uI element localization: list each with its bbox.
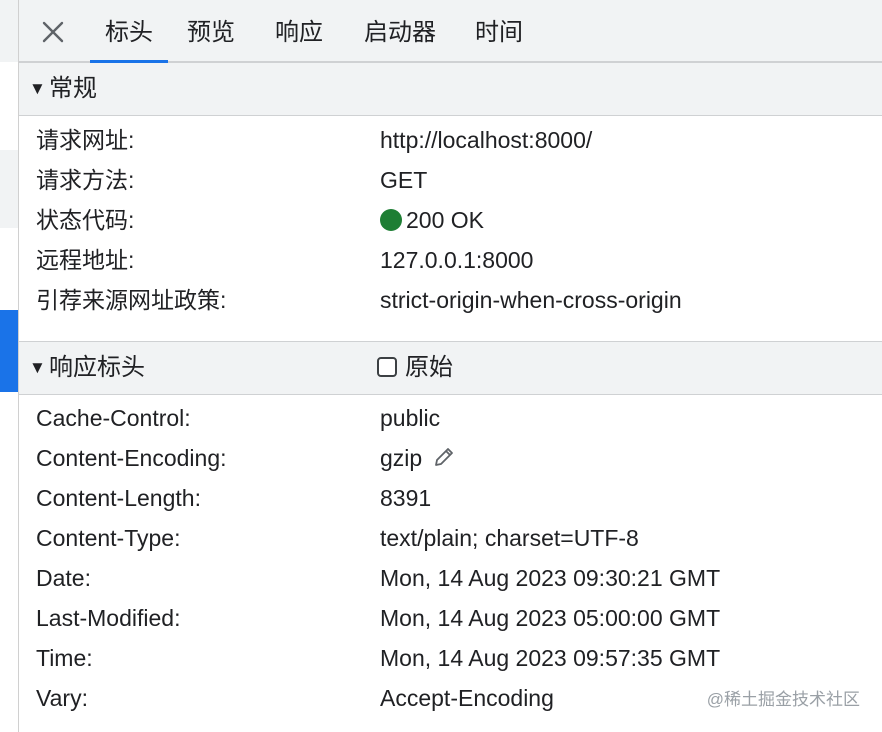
response-headers-section-header[interactable]: ▼ 响应标头 原始 [19, 341, 882, 395]
status-code-text: 200 OK [406, 207, 484, 233]
general-section-header[interactable]: ▼ 常规 [19, 63, 882, 116]
general-key: 请求网址: [36, 127, 135, 153]
response-header-key: Time: [36, 645, 93, 671]
general-row: 请求方法: GET [19, 160, 882, 200]
general-key: 引荐来源网址政策: [36, 287, 227, 313]
triangle-down-icon: ▼ [29, 79, 46, 98]
request-list-row[interactable] [0, 150, 18, 228]
general-row: 状态代码: 200 OK [19, 200, 882, 240]
response-header-value: Mon, 14 Aug 2023 09:57:35 GMT [380, 645, 721, 671]
general-value: GET [380, 167, 428, 193]
response-header-row: Last-Modified: Mon, 14 Aug 2023 05:00:00… [19, 598, 882, 638]
general-section-title: 常规 [49, 75, 97, 102]
response-header-value: 8391 [380, 485, 432, 511]
response-header-row: Content-Length: 8391 [19, 478, 882, 518]
request-list-edge[interactable] [0, 0, 19, 732]
content-encoding-text: gzip [380, 445, 423, 471]
response-headers-section-title: 响应标头 [49, 354, 145, 381]
tab-timing[interactable]: 时间 [467, 0, 531, 61]
general-key: 远程地址: [36, 247, 135, 273]
tab-headers[interactable]: 标头 [90, 0, 168, 63]
request-list-row[interactable] [0, 0, 18, 62]
general-row: 引荐来源网址政策: strict-origin-when-cross-origi… [19, 280, 882, 320]
headers-panel: 标头 预览 响应 启动器 时间 ▼ 常规 请求网址: http://localh… [19, 0, 882, 732]
response-header-key: Last-Modified: [36, 605, 181, 631]
response-header-key: Content-Length: [36, 485, 201, 511]
response-header-key: Cache-Control: [36, 405, 191, 431]
request-list-row[interactable] [0, 62, 18, 150]
tab-response[interactable]: 响应 [267, 0, 331, 61]
response-header-key: Date: [36, 565, 91, 591]
pencil-icon[interactable] [432, 441, 456, 481]
response-header-row: Cache-Control: public [19, 398, 882, 438]
response-header-key: Content-Encoding: [36, 445, 227, 471]
raw-checkbox[interactable] [377, 357, 397, 377]
response-header-row: Content-Encoding: gzip [19, 438, 882, 478]
response-header-row: Time: Mon, 14 Aug 2023 09:57:35 GMT [19, 638, 882, 678]
response-header-key: Vary: [36, 685, 88, 711]
response-header-row: Content-Type: text/plain; charset=UTF-8 [19, 518, 882, 558]
response-header-value: text/plain; charset=UTF-8 [380, 525, 639, 551]
general-value: 200 OK [380, 200, 484, 240]
response-header-key: Content-Type: [36, 525, 181, 551]
general-row: 请求网址: http://localhost:8000/ [19, 120, 882, 160]
tab-bar: 标头 预览 响应 启动器 时间 [19, 0, 882, 63]
status-dot-icon [380, 209, 402, 231]
response-header-value: Mon, 14 Aug 2023 05:00:00 GMT [380, 605, 721, 631]
general-value: http://localhost:8000/ [380, 127, 593, 153]
raw-label: 原始 [405, 354, 453, 381]
triangle-down-icon: ▼ [29, 358, 46, 377]
response-header-value: public [380, 405, 441, 431]
close-icon[interactable] [39, 18, 67, 46]
general-key: 状态代码: [36, 207, 135, 233]
tab-initiator[interactable]: 启动器 [355, 0, 445, 61]
general-value: strict-origin-when-cross-origin [380, 287, 682, 313]
response-header-row: Date: Mon, 14 Aug 2023 09:30:21 GMT [19, 558, 882, 598]
request-list-row[interactable] [0, 392, 18, 732]
request-list-row-selected[interactable] [0, 310, 18, 392]
tab-preview[interactable]: 预览 [179, 0, 243, 61]
request-list-row[interactable] [0, 228, 18, 310]
general-value: 127.0.0.1:8000 [380, 247, 534, 273]
general-row: 远程地址: 127.0.0.1:8000 [19, 240, 882, 280]
response-header-value: Accept-Encoding [380, 685, 554, 711]
watermark: @稀土掘金技术社区 [706, 690, 860, 709]
response-header-value: Mon, 14 Aug 2023 09:30:21 GMT [380, 565, 721, 591]
general-key: 请求方法: [36, 167, 135, 193]
response-header-value: gzip [380, 438, 456, 481]
